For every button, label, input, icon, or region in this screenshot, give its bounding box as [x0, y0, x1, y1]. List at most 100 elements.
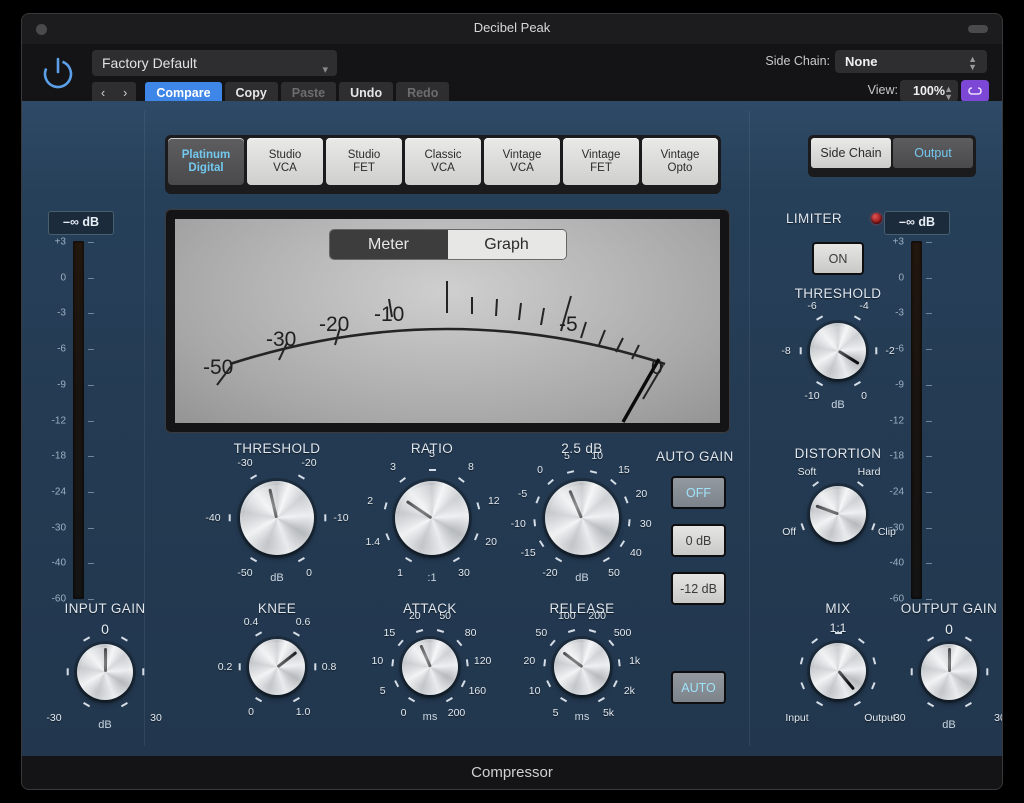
knob-tick — [910, 668, 912, 675]
threshold-label: THRESHOLD — [202, 441, 352, 456]
release-label: RELEASE — [519, 601, 645, 616]
release-unit: ms — [519, 711, 645, 723]
meter-scale-label: -12 — [876, 415, 904, 426]
vu-needle — [623, 359, 659, 422]
ratio-knob[interactable] — [395, 481, 469, 555]
knob-tick — [405, 557, 412, 562]
release-knob[interactable] — [554, 639, 610, 695]
input-gain-value: 0 — [40, 621, 170, 637]
auto-gain-off-button[interactable]: OFF — [671, 476, 726, 509]
view-selector[interactable]: 100% ▲▼ — [900, 80, 958, 102]
meter-scale-label: +3 — [38, 237, 66, 248]
meter-scale-tick — [926, 563, 932, 564]
limiter-on-button[interactable]: ON — [812, 242, 864, 275]
knob-tick — [543, 659, 545, 666]
knob-tick — [555, 557, 562, 562]
model-tab-studio-fet[interactable]: Studio FET — [326, 138, 402, 185]
knob-tick — [858, 638, 865, 644]
knob-tick-label: -50 — [237, 567, 252, 579]
knob-tick-label: 160 — [469, 685, 487, 697]
power-icon[interactable] — [38, 53, 78, 93]
distortion-knob[interactable] — [810, 486, 866, 542]
knob-tick-label: 8 — [468, 461, 474, 473]
knob-pointer — [104, 648, 107, 672]
attack-unit: ms — [367, 711, 493, 723]
knob-tick-label: 15 — [384, 627, 396, 639]
side-chain-selector[interactable]: None ▲▼ — [835, 50, 987, 73]
knob-tick-label: 5 — [553, 707, 559, 719]
model-tab-vintage-fet[interactable]: Vintage FET — [563, 138, 639, 185]
knob-tick — [800, 523, 804, 530]
model-tab-line1: Platinum — [182, 149, 231, 161]
view-label: View: — [868, 83, 898, 97]
threshold-knob[interactable] — [240, 481, 314, 555]
knob-tick — [608, 639, 614, 645]
meter-scale-tick — [88, 528, 94, 529]
model-tab-classic-vca[interactable]: Classic VCA — [405, 138, 481, 185]
meter-scale-label: -12 — [38, 415, 66, 426]
knob-tick-label: 0 — [401, 707, 407, 719]
meter-scale-tick — [926, 278, 932, 279]
knob-tick — [66, 668, 68, 675]
window-resize-pill[interactable] — [968, 25, 988, 33]
vu-tick--10: -10 — [374, 303, 404, 326]
knob-tick-label: 0.8 — [322, 661, 337, 673]
tab-output[interactable]: Output — [893, 138, 973, 168]
meter-display: Meter Graph — [165, 209, 730, 433]
knob-tick-label: -20 — [542, 567, 557, 579]
knob-tick-label: -10 — [511, 518, 526, 530]
preset-selector[interactable]: Factory Default ▾ — [92, 50, 337, 76]
knob-tick — [625, 497, 629, 504]
knob-tick — [535, 497, 539, 504]
meter-scale-label: 0 — [876, 272, 904, 283]
auto-gain-minus12db-button[interactable]: -12 dB — [671, 572, 726, 605]
model-tab-line2: FET — [590, 162, 612, 174]
limiter-led — [871, 213, 882, 224]
input-gain-knob[interactable] — [77, 644, 133, 700]
knob-tick — [121, 702, 128, 707]
auto-release-button[interactable]: AUTO — [671, 671, 726, 704]
knob-pointer — [562, 651, 583, 668]
gain-knob[interactable] — [545, 481, 619, 555]
knob-tick-label: 0 — [248, 706, 254, 718]
input-level-meter — [73, 241, 84, 599]
meter-scale-tick — [88, 421, 94, 422]
side-chain-value: None — [845, 54, 878, 69]
model-tab-line1: Vintage — [661, 149, 700, 161]
knob-tick-label: 5 — [429, 448, 435, 460]
knob-tick-label: 200 — [448, 707, 466, 719]
mix-knob[interactable] — [810, 643, 866, 699]
model-tab-studio-vca[interactable]: Studio VCA — [247, 138, 323, 185]
knob-tick-label: 10 — [372, 655, 384, 667]
knob-tick — [384, 502, 387, 509]
model-tab-vintage-opto[interactable]: Vintage Opto — [642, 138, 718, 185]
knob-pointer — [406, 500, 433, 519]
meter-scale-tick — [926, 421, 932, 422]
knob-tick-label: 0 — [861, 390, 867, 402]
knob-tick-label: 2k — [624, 685, 635, 697]
window-titlebar: Decibel Peak — [22, 14, 1002, 44]
plugin-window: Decibel Peak Factory Default ▾ ‹ › Compa… — [22, 14, 1002, 789]
input-gain-unit: dB — [40, 719, 170, 731]
limiter-threshold-knob[interactable] — [810, 323, 866, 379]
knob-tick — [121, 637, 128, 642]
knob-tick — [467, 659, 469, 666]
meter-scale-tick — [88, 385, 94, 386]
knob-tick — [986, 668, 988, 675]
knob-tick-label: 50 — [439, 610, 451, 622]
limiter-label: LIMITER — [786, 211, 842, 226]
model-tab-vintage-vca[interactable]: Vintage VCA — [484, 138, 560, 185]
knob-tick-label: -5 — [518, 488, 527, 500]
ratio-unit: :1 — [357, 572, 507, 584]
knob-tick — [816, 701, 823, 706]
io-view-tabs: Side Chain Output — [808, 135, 976, 177]
knob-tick-label: 5 — [564, 450, 570, 462]
knob-tick — [568, 629, 575, 633]
knee-knob[interactable] — [249, 639, 305, 695]
model-tab-platinum-digital[interactable]: Platinum Digital — [168, 138, 244, 185]
link-icon[interactable] — [961, 80, 989, 102]
tab-side-chain[interactable]: Side Chain — [811, 138, 891, 168]
output-gain-knob[interactable] — [921, 644, 977, 700]
auto-gain-0db-button[interactable]: 0 dB — [671, 524, 726, 557]
attack-knob[interactable] — [402, 639, 458, 695]
